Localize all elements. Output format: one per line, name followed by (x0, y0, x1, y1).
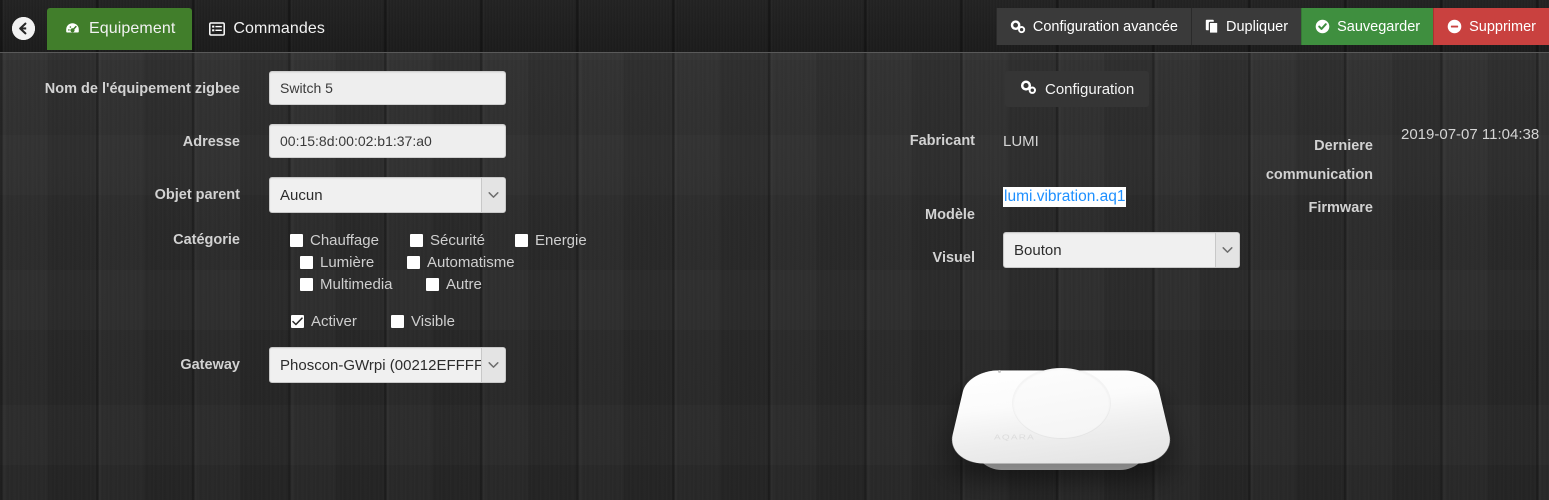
gears-icon (1020, 79, 1037, 99)
checkbox-box (391, 315, 404, 328)
device-led-dot (998, 370, 1001, 373)
derniere-communication-label-line1: Derniere (1314, 138, 1373, 154)
checkbox-box (300, 256, 313, 269)
gateway-value: Phoscon-GWrpi (00212EFFFF( (280, 356, 489, 374)
configuration-avancee-button[interactable]: Configuration avancée (995, 8, 1191, 45)
top-bar: Equipement Commandes Configuration avanc… (0, 0, 1549, 53)
minus-circle-icon (1447, 19, 1462, 34)
device-button-surface (1013, 368, 1110, 438)
dupliquer-button[interactable]: Dupliquer (1191, 8, 1302, 45)
activer-label: Activer (311, 313, 357, 330)
gateway-select[interactable]: Phoscon-GWrpi (00212EFFFF( (269, 347, 506, 383)
chevron-down-icon (1215, 233, 1239, 267)
category-checkbox-label: Energie (535, 232, 587, 249)
dashboard-icon (64, 21, 81, 38)
category-checkbox-label: Automatisme (427, 254, 515, 271)
tab-commandes-label: Commandes (233, 20, 325, 37)
sauvegarder-button[interactable]: Sauvegarder (1301, 8, 1434, 45)
name-label: Nom de l'équipement zigbee (44, 81, 240, 97)
tab-commandes[interactable]: Commandes (192, 8, 342, 50)
copy-icon (1205, 19, 1219, 34)
tab-equipement[interactable]: Equipement (47, 8, 193, 50)
configuration-avancee-label: Configuration avancée (1032, 18, 1178, 35)
parent-object-label: Objet parent (154, 187, 240, 203)
tab-equipement-label: Equipement (89, 20, 176, 37)
fabricant-value: LUMI (1003, 133, 1039, 150)
checkbox-box (290, 234, 303, 247)
category-checkbox-label: Sécurité (430, 232, 486, 249)
action-toolbar: Configuration avancée Dupliquer Sauvegar… (995, 8, 1549, 45)
category-checkbox-lumiere[interactable]: Lumière (300, 254, 374, 271)
category-checkbox-label: Chauffage (310, 232, 379, 249)
category-checkbox-label: Autre (446, 276, 482, 293)
visuel-label: Visuel (932, 250, 975, 266)
zigbee-device-photo: AQARA (945, 340, 1177, 490)
configuration-button-label: Configuration (1045, 80, 1135, 98)
category-label: Catégorie (173, 232, 240, 248)
activer-checkbox[interactable]: Activer (291, 313, 357, 330)
category-checkbox-automatisme[interactable]: Automatisme (407, 254, 515, 271)
gears-icon (1010, 19, 1026, 34)
address-label: Adresse (182, 134, 240, 150)
checkbox-box (426, 278, 439, 291)
chevron-down-icon (481, 348, 505, 382)
chevron-down-icon (481, 178, 505, 212)
equipment-page: Equipement Commandes Configuration avanc… (0, 0, 1549, 500)
parent-object-select[interactable]: Aucun (269, 177, 506, 213)
visible-label: Visible (411, 313, 455, 330)
check-circle-icon (1315, 19, 1330, 34)
category-checkbox-chauffage[interactable]: Chauffage (290, 232, 379, 249)
check-icon (292, 317, 303, 326)
visuel-value: Bouton (1014, 241, 1062, 259)
category-checkbox-label: Multimedia (320, 276, 393, 293)
category-checkbox-securite[interactable]: Sécurité (410, 232, 485, 249)
fabricant-label: Fabricant (909, 133, 975, 149)
checkbox-box (291, 315, 304, 328)
category-checkbox-energie[interactable]: Energie (515, 232, 587, 249)
gateway-label: Gateway (180, 357, 240, 373)
derniere-communication-value: 2019-07-07 11:04:38 (1401, 126, 1540, 143)
supprimer-label: Supprimer (1469, 18, 1536, 35)
derniere-communication-label: Derniere communication (1180, 132, 1373, 190)
category-checkbox-multimedia[interactable]: Multimedia (300, 276, 393, 293)
address-input[interactable] (269, 124, 506, 158)
modele-link[interactable]: lumi.vibration.aq1 (1003, 187, 1127, 207)
list-alt-icon (209, 21, 226, 37)
derniere-communication-label-line2: communication (1265, 167, 1373, 183)
supprimer-button[interactable]: Supprimer (1433, 8, 1549, 45)
configuration-button[interactable]: Configuration (1005, 71, 1150, 107)
checkbox-box (515, 234, 528, 247)
modele-label: Modèle (925, 207, 975, 223)
visible-checkbox[interactable]: Visible (391, 313, 455, 330)
equipment-form: Nom de l'équipement zigbee Adresse Objet… (0, 53, 1549, 500)
visuel-select[interactable]: Bouton (1003, 232, 1240, 268)
name-input[interactable] (269, 71, 506, 105)
arrow-circle-left-icon (12, 17, 35, 40)
firmware-label: Firmware (1308, 200, 1373, 216)
category-checkbox-autre[interactable]: Autre (426, 276, 482, 293)
sauvegarder-label: Sauvegarder (1337, 18, 1421, 35)
checkbox-box (410, 234, 423, 247)
category-checkbox-label: Lumière (320, 254, 375, 271)
checkbox-box (407, 256, 420, 269)
parent-object-value: Aucun (280, 186, 323, 204)
checkbox-box (300, 278, 313, 291)
tab-bar: Equipement Commandes (47, 8, 342, 53)
dupliquer-label: Dupliquer (1226, 18, 1289, 35)
back-button[interactable] (12, 17, 35, 40)
device-brand-label: AQARA (994, 433, 1036, 442)
